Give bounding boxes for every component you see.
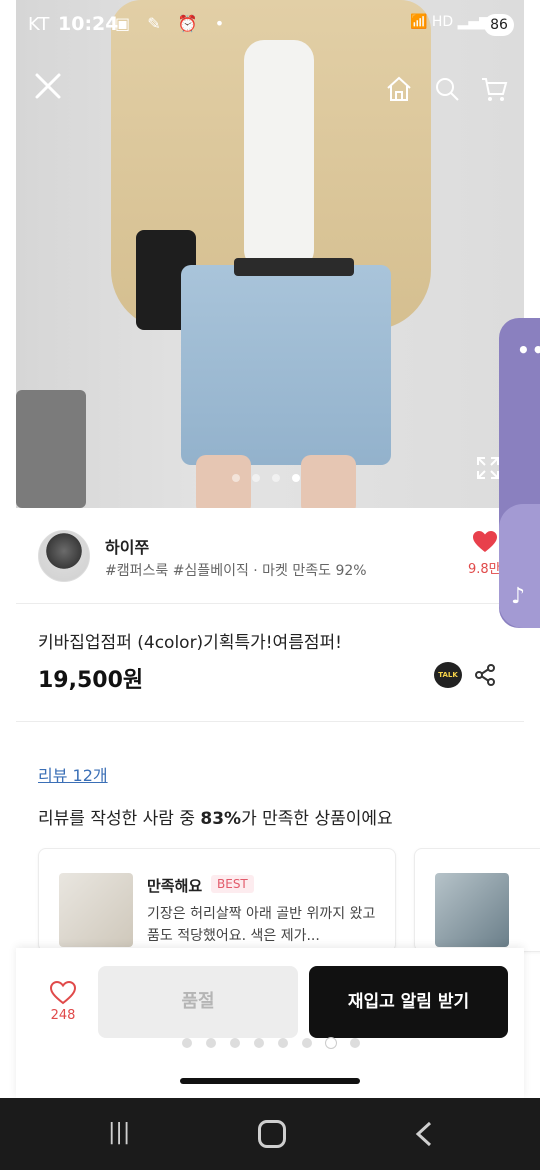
music-note-icon: ♪ bbox=[511, 584, 526, 609]
seller-section[interactable]: 하이쭈 #캠퍼스룩 #심플베이직 · 마켓 만족도 92% 9.8만 bbox=[16, 508, 524, 604]
cart-button[interactable] bbox=[479, 74, 509, 104]
floating-side-widget[interactable]: ••• ♪ bbox=[499, 318, 540, 628]
carrier-label: KT bbox=[28, 14, 50, 35]
signal-icons: 📶 HD ▂▄▆ bbox=[410, 14, 490, 30]
share-button[interactable] bbox=[474, 664, 496, 686]
pager-dot bbox=[230, 1038, 240, 1048]
close-button[interactable] bbox=[32, 70, 64, 102]
heart-filled-icon bbox=[473, 531, 497, 552]
photo-leg bbox=[301, 455, 356, 508]
pager-dot[interactable] bbox=[232, 474, 240, 482]
share-icon bbox=[475, 664, 495, 686]
pager-dot[interactable] bbox=[252, 474, 260, 482]
music-button[interactable]: ♪ bbox=[499, 504, 540, 628]
close-icon bbox=[35, 73, 61, 99]
expand-image-button[interactable] bbox=[476, 456, 500, 480]
photo-shirt bbox=[244, 40, 314, 270]
status-bar: KT 10:24 ▣ ✎ ⏰ • 📶 HD ▂▄▆ 86 bbox=[0, 0, 540, 52]
pager-dot[interactable] bbox=[272, 474, 280, 482]
photo-belt bbox=[234, 258, 354, 276]
system-nav-bar: ||| bbox=[0, 1098, 540, 1170]
review-count-link[interactable]: 리뷰 12개 bbox=[38, 762, 108, 786]
wishlist-button[interactable]: 248 bbox=[46, 980, 80, 1023]
review-photo[interactable] bbox=[435, 873, 509, 947]
pager-dot bbox=[206, 1038, 216, 1048]
home-icon bbox=[387, 76, 411, 101]
photo-shorts bbox=[181, 265, 391, 465]
image-pager bbox=[232, 474, 300, 482]
pager-dot bbox=[278, 1038, 288, 1048]
search-icon bbox=[436, 78, 459, 101]
recent-apps-icon[interactable]: ||| bbox=[108, 1120, 138, 1146]
purchase-bar: 248 품절 재입고 알림 받기 bbox=[16, 948, 524, 1098]
product-title: 키바집업점퍼 (4color)기획특가!여름점퍼! bbox=[38, 633, 342, 653]
heart-outline-icon bbox=[49, 980, 77, 1005]
seller-name[interactable]: 하이쭈 bbox=[105, 534, 149, 558]
wishlist-count: 248 bbox=[50, 1008, 76, 1023]
clock: 10:24 bbox=[58, 13, 119, 35]
expand-icon bbox=[477, 457, 499, 479]
review-card[interactable] bbox=[414, 848, 540, 952]
soldout-button: 품절 bbox=[98, 966, 298, 1038]
review-satisfaction-percent: 83% bbox=[200, 809, 242, 829]
review-summary-suffix: 가 만족한 상품이에요 bbox=[241, 809, 393, 829]
photo-sofa bbox=[16, 390, 86, 508]
notification-icons: ▣ ✎ ⏰ • bbox=[115, 14, 231, 33]
review-text: 기장은 허리살짝 아래 골반 위까지 왔고 품도 적당했어요. 색은 제가... bbox=[147, 906, 376, 944]
pager-dot-active bbox=[326, 1038, 336, 1048]
review-photo[interactable] bbox=[59, 873, 133, 947]
reviews-section: 리뷰 12개 리뷰를 작성한 사람 중 83%가 만족한 상품이에요 만족해요 … bbox=[16, 722, 540, 962]
review-rating-label: 만족해요 bbox=[147, 877, 203, 895]
home-button[interactable] bbox=[384, 74, 414, 104]
best-badge: BEST bbox=[211, 875, 254, 893]
home-nav-icon[interactable] bbox=[258, 1120, 286, 1148]
review-summary-prefix: 리뷰를 작성한 사람 중 bbox=[38, 809, 201, 829]
screen: KT 10:24 ▣ ✎ ⏰ • 📶 HD ▂▄▆ 86 하이쭈 #캠퍼스룩 #… bbox=[0, 0, 540, 1170]
seller-tags: #캠퍼스룩 #심플베이직 · 마켓 만족도 92% bbox=[105, 563, 367, 579]
home-indicator[interactable] bbox=[180, 1078, 360, 1084]
review-card[interactable]: 만족해요 BEST 기장은 허리살짝 아래 골반 위까지 왔고 품도 적당했어요… bbox=[38, 848, 396, 952]
battery-indicator: 86 bbox=[484, 14, 514, 36]
pager-dot bbox=[302, 1038, 312, 1048]
restock-alert-button[interactable]: 재입고 알림 받기 bbox=[309, 966, 508, 1038]
seller-avatar[interactable] bbox=[38, 530, 90, 582]
pager-dot bbox=[254, 1038, 264, 1048]
pager-dot-active[interactable] bbox=[292, 474, 300, 482]
product-price: 19,500원 bbox=[38, 668, 144, 693]
cart-icon bbox=[482, 78, 508, 101]
review-summary: 리뷰를 작성한 사람 중 83%가 만족한 상품이에요 bbox=[38, 804, 393, 829]
kakaotalk-share-button[interactable]: TALK bbox=[434, 662, 462, 688]
more-icon[interactable]: ••• bbox=[517, 338, 540, 362]
pager-dot bbox=[182, 1038, 192, 1048]
search-button[interactable] bbox=[432, 74, 462, 104]
product-info: 키바집업점퍼 (4color)기획특가!여름점퍼! 19,500원 TALK bbox=[16, 604, 524, 722]
pager-dot bbox=[350, 1038, 360, 1048]
bottom-pager bbox=[182, 1038, 360, 1048]
back-icon[interactable] bbox=[412, 1120, 436, 1148]
